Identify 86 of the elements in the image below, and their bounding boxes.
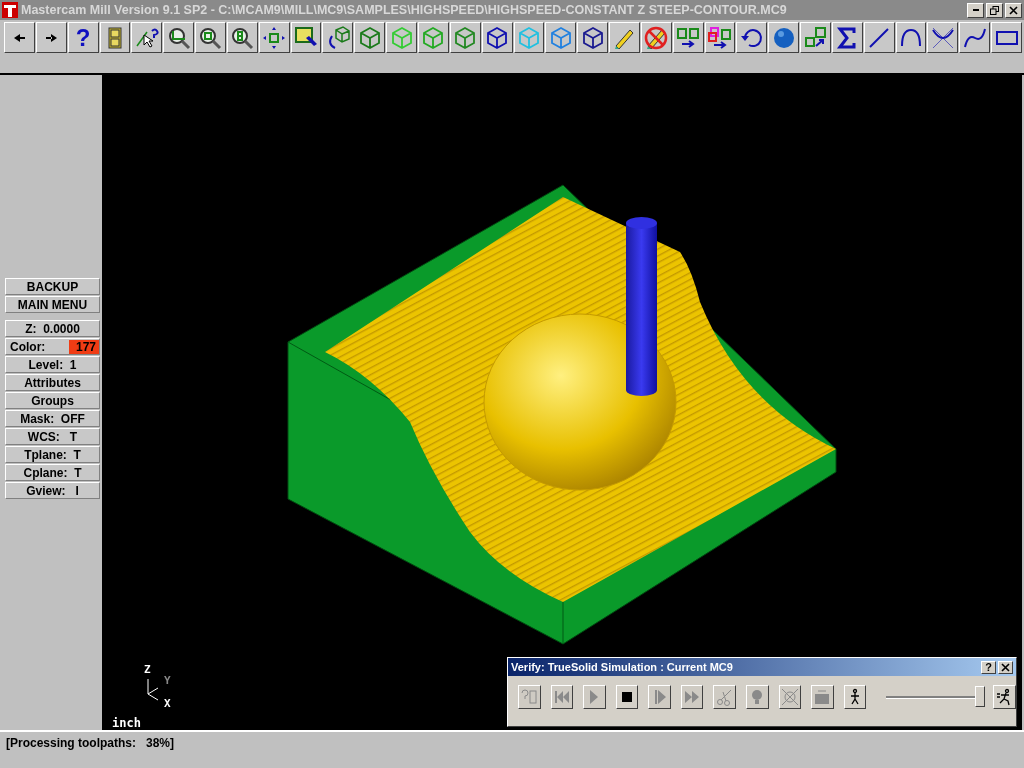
menu-item[interactable]: WCS: T [5, 428, 100, 445]
color-swatch: 177 [69, 339, 99, 354]
toolbar-button[interactable] [863, 22, 895, 53]
right-arrow-icon [45, 33, 57, 42]
toolbar-button[interactable] [4, 22, 35, 53]
toolbar-button[interactable] [577, 22, 609, 53]
toolbar-button[interactable] [672, 22, 704, 53]
restore-icon [990, 5, 999, 15]
toolbar-button[interactable] [195, 22, 226, 53]
cubes-icon [803, 25, 828, 50]
toolbar-button[interactable] [513, 22, 545, 53]
fillet-icon [930, 25, 955, 50]
menu-item[interactable]: Groups [5, 392, 100, 409]
pan-icon [262, 25, 287, 50]
toolbar-button[interactable] [290, 22, 322, 53]
units-label: inch [112, 716, 141, 730]
cube-icon [357, 25, 382, 50]
menu-item[interactable]: Mask: OFF [5, 410, 100, 427]
toolbar-button[interactable] [35, 22, 67, 53]
toolbar-button[interactable] [704, 22, 736, 53]
dialog-title: Verify: TrueSolid Simulation : Current MC9 [511, 661, 734, 673]
minimize-button[interactable] [967, 2, 984, 18]
toolbar-button[interactable] [640, 22, 672, 53]
cube-icon [389, 25, 414, 50]
cube-icon [516, 25, 541, 50]
y-axis-label: Y [164, 674, 171, 687]
restore-button[interactable] [986, 2, 1003, 18]
toolbar-button[interactable] [768, 22, 800, 53]
toolbar-button[interactable] [99, 22, 131, 53]
simulation-button[interactable] [843, 685, 867, 709]
help-button[interactable]: ? [981, 660, 996, 674]
line-icon [867, 25, 892, 50]
cube-icon [548, 25, 573, 50]
color-menu-item[interactable]: Color: 177 [5, 338, 100, 355]
menu-item[interactable]: Tplane: T [5, 446, 100, 463]
toolbar-button[interactable] [354, 22, 386, 53]
close-button[interactable] [1005, 2, 1022, 18]
toolbar-button[interactable] [959, 22, 991, 53]
toolbar-button[interactable] [258, 22, 290, 53]
toolbar-button[interactable] [545, 22, 577, 53]
toolbar-button[interactable] [322, 22, 354, 53]
window-title: Mastercam Mill Version 9.1 SP2 - C:\MCAM9\MILL\MC9\SAMPLES\HIGHSPEED\HIGHSPEED-CONSTANT Z STEEP-CONTOUR.MC9 [21, 3, 788, 17]
cube-icon [453, 25, 478, 50]
speed-slider[interactable] [886, 686, 984, 708]
squares-icon [676, 25, 701, 50]
minimize-icon [972, 9, 979, 11]
close-button[interactable] [998, 660, 1013, 674]
toolbar-button[interactable] [831, 22, 863, 53]
toolbar-button[interactable] [226, 22, 258, 53]
cube-icon [485, 25, 510, 50]
axis-triad-icon [147, 678, 159, 701]
toolbar-button[interactable] [131, 22, 163, 53]
run-speed-button[interactable] [993, 685, 1016, 709]
status-text: [Processing toolpaths: 38%] [6, 736, 175, 750]
menu-item[interactable]: Attributes [5, 374, 100, 391]
toolbar-button[interactable] [386, 22, 417, 53]
toolbar-button[interactable] [991, 22, 1022, 53]
color-label: Color: [10, 339, 46, 354]
toolbar-button[interactable] [417, 22, 449, 53]
close-icon [1009, 5, 1018, 15]
toolbar-button[interactable] [481, 22, 513, 53]
menu-item[interactable]: MAIN MENU [5, 296, 100, 313]
cube-icon [580, 25, 605, 50]
z-axis-label: Z [144, 663, 151, 676]
app-logo-icon [2, 2, 18, 18]
menu-item[interactable]: Gview: I [5, 482, 100, 499]
menu-item[interactable]: BACKUP [5, 278, 100, 295]
toolbar-button[interactable] [449, 22, 481, 53]
toolbar-button[interactable] [736, 22, 768, 53]
simulation-button[interactable] [615, 685, 639, 709]
cube-icon [421, 25, 446, 50]
close-icon [1001, 662, 1010, 672]
toolbar-button[interactable] [800, 22, 831, 53]
toolbar-button[interactable] [927, 22, 959, 53]
menu-item[interactable]: Level: 1 [5, 356, 100, 373]
help-button[interactable]: ? [67, 22, 99, 53]
slider-thumb[interactable] [975, 686, 986, 707]
zoom-icon [198, 25, 223, 50]
menu-item[interactable]: Cplane: T [5, 464, 100, 481]
toolbar-button[interactable] [895, 22, 927, 53]
toolbar-button[interactable] [163, 22, 195, 53]
toolbar-button[interactable] [609, 22, 640, 53]
menu-item[interactable]: Z: 0.0000 [5, 320, 100, 337]
sphere-icon [771, 25, 796, 50]
left-arrow-icon [13, 33, 25, 42]
x-axis-label: X [164, 697, 171, 710]
